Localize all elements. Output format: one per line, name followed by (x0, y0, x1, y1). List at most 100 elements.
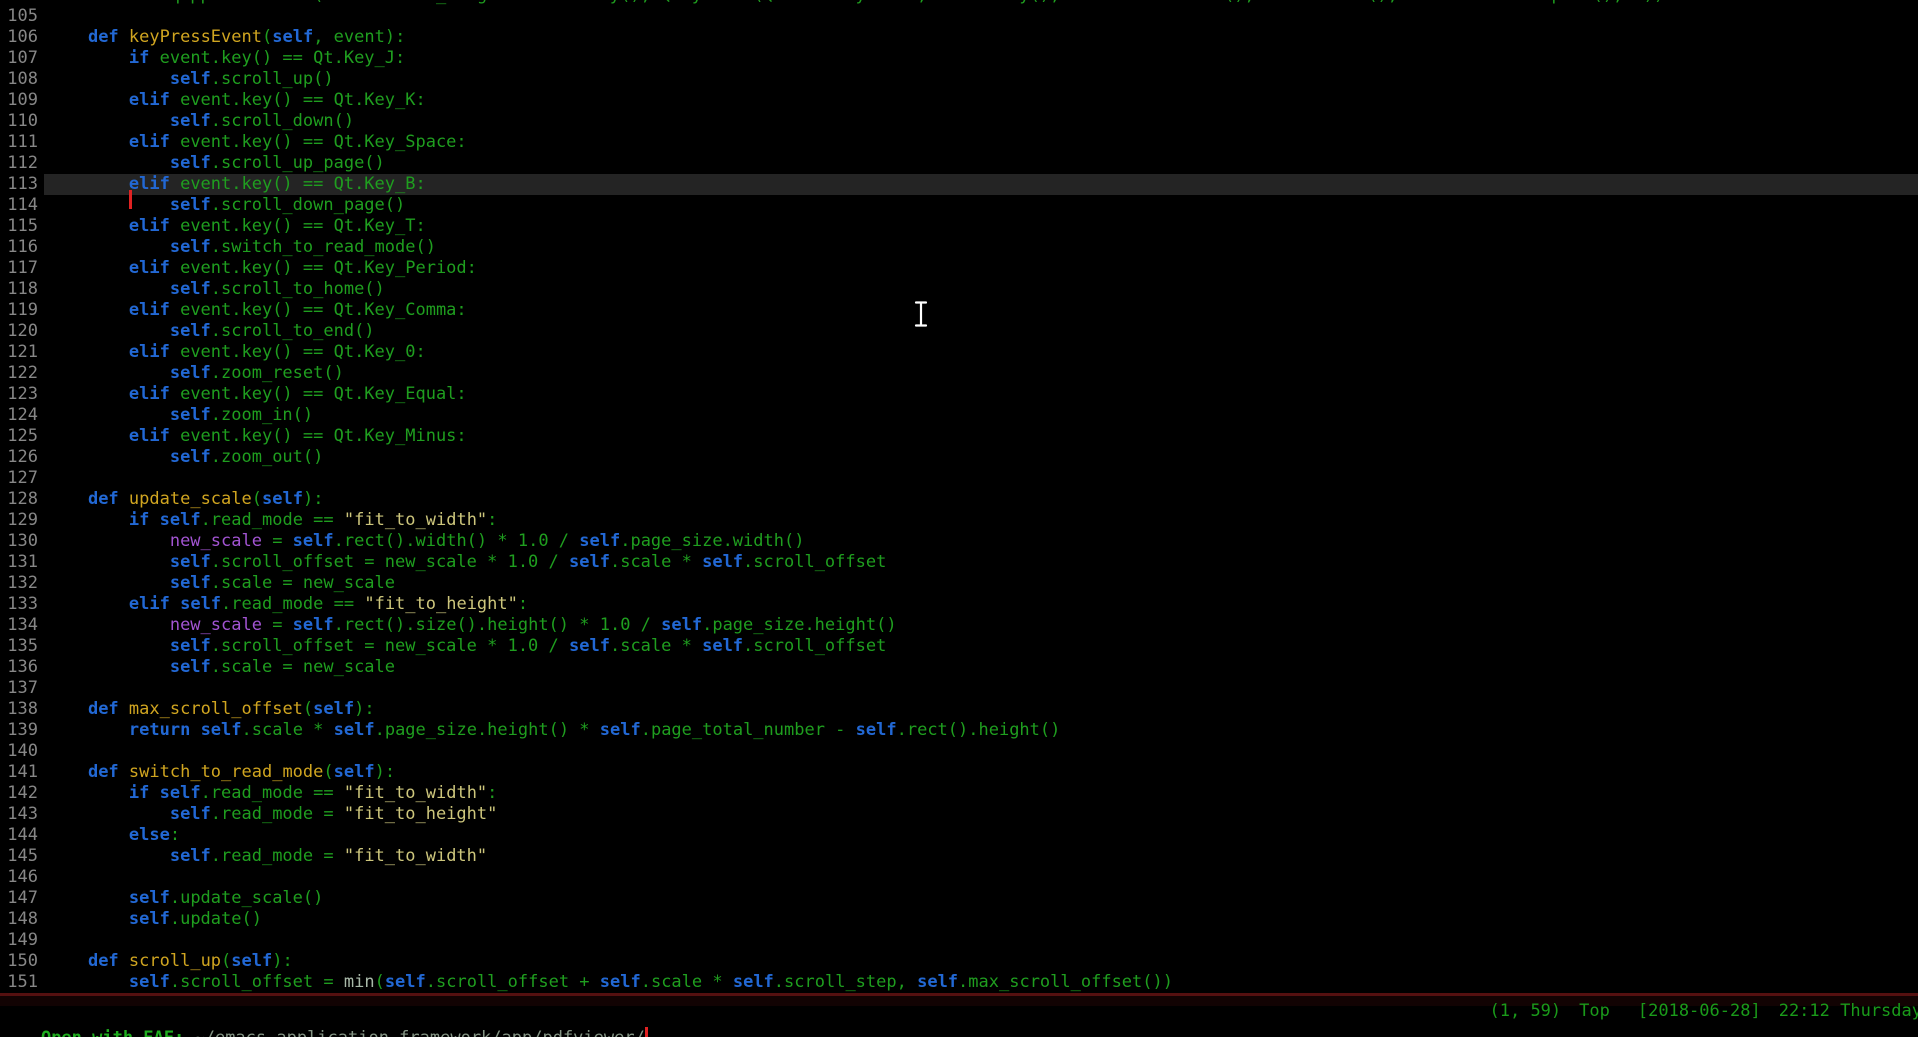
line-number: 105 (0, 6, 38, 27)
code-line[interactable]: 145 self.read_mode = "fit_to_width" (0, 846, 1918, 867)
code-text: elif event.key() == Qt.Key_B: (44, 174, 1918, 195)
code-text: elif event.key() == Qt.Key_Space: (44, 132, 1918, 153)
line-number: 150 (0, 951, 38, 972)
code-line[interactable]: 129 if self.read_mode == "fit_to_width": (0, 510, 1918, 531)
line-number: 136 (0, 657, 38, 678)
code-line[interactable]: 119 elif event.key() == Qt.Key_Comma: (0, 300, 1918, 321)
code-line[interactable]: 108 self.scroll_up() (0, 69, 1918, 90)
code-text: self.switch_to_read_mode() (44, 237, 1918, 258)
code-line[interactable]: 133 elif self.read_mode == "fit_to_heigh… (0, 594, 1918, 615)
line-number: 116 (0, 237, 38, 258)
code-text: self.update() (44, 909, 1918, 930)
line-number: 134 (0, 615, 38, 636)
code-line[interactable]: 113 elif event.key() == Qt.Key_B: (0, 174, 1918, 195)
code-text: self.scale = new_scale (44, 657, 1918, 678)
line-number: 124 (0, 405, 38, 426)
code-line[interactable]: 150 def scroll_up(self): (0, 951, 1918, 972)
line-number: 113 (0, 174, 38, 195)
code-text (44, 468, 1918, 489)
minibuffer[interactable]: Open with EAF: ~/emacs-application-frame… (0, 1006, 1918, 1037)
code-lines-container: qApp.sendEvent(self.buffer_widget.focusP… (0, 0, 1918, 993)
line-number: 139 (0, 720, 38, 741)
code-line[interactable]: 135 self.scroll_offset = new_scale * 1.0… (0, 636, 1918, 657)
code-text (44, 741, 1918, 762)
line-number: 142 (0, 783, 38, 804)
line-number: 106 (0, 27, 38, 48)
code-line[interactable]: 111 elif event.key() == Qt.Key_Space: (0, 132, 1918, 153)
line-number: 133 (0, 594, 38, 615)
code-line[interactable]: 125 elif event.key() == Qt.Key_Minus: (0, 426, 1918, 447)
code-line[interactable]: 110 self.scroll_down() (0, 111, 1918, 132)
code-line[interactable]: 127 (0, 468, 1918, 489)
line-number: 122 (0, 363, 38, 384)
code-text (44, 930, 1918, 951)
code-line[interactable]: 123 elif event.key() == Qt.Key_Equal: (0, 384, 1918, 405)
line-number: 127 (0, 468, 38, 489)
line-number: 114 (0, 195, 38, 216)
line-number: 138 (0, 699, 38, 720)
code-text: if self.read_mode == "fit_to_width": (44, 783, 1918, 804)
code-line[interactable]: 114 self.scroll_down_page() (0, 195, 1918, 216)
code-text: def max_scroll_offset(self): (44, 699, 1918, 720)
code-text: def switch_to_read_mode(self): (44, 762, 1918, 783)
line-number: 117 (0, 258, 38, 279)
line-number: 126 (0, 447, 38, 468)
emacs-frame: qApp.sendEvent(self.buffer_widget.focusP… (0, 0, 1918, 1037)
code-text (44, 867, 1918, 888)
code-line[interactable]: 149 (0, 930, 1918, 951)
code-line[interactable]: 131 self.scroll_offset = new_scale * 1.0… (0, 552, 1918, 573)
code-text: self.scroll_offset = new_scale * 1.0 / s… (44, 552, 1918, 573)
code-text: def scroll_up(self): (44, 951, 1918, 972)
code-line[interactable]: 141 def switch_to_read_mode(self): (0, 762, 1918, 783)
code-line[interactable]: 112 self.scroll_up_page() (0, 153, 1918, 174)
code-line[interactable]: 106 def keyPressEvent(self, event): (0, 27, 1918, 48)
line-number: 140 (0, 741, 38, 762)
code-text: self.read_mode = "fit_to_width" (44, 846, 1918, 867)
code-line[interactable]: 130 new_scale = self.rect().width() * 1.… (0, 531, 1918, 552)
line-number: 137 (0, 678, 38, 699)
code-line[interactable]: 137 (0, 678, 1918, 699)
code-text: self.scroll_offset = new_scale * 1.0 / s… (44, 636, 1918, 657)
code-line[interactable]: 107 if event.key() == Qt.Key_J: (0, 48, 1918, 69)
code-line[interactable]: 124 self.zoom_in() (0, 405, 1918, 426)
code-line[interactable]: 148 self.update() (0, 909, 1918, 930)
code-line[interactable]: 121 elif event.key() == Qt.Key_0: (0, 342, 1918, 363)
code-line[interactable]: 128 def update_scale(self): (0, 489, 1918, 510)
code-line[interactable]: 138 def max_scroll_offset(self): (0, 699, 1918, 720)
code-line[interactable]: 140 (0, 741, 1918, 762)
code-line[interactable]: 116 self.switch_to_read_mode() (0, 237, 1918, 258)
line-number: 132 (0, 573, 38, 594)
code-text: return self.scale * self.page_size.heigh… (44, 720, 1918, 741)
code-line[interactable]: 132 self.scale = new_scale (0, 573, 1918, 594)
code-line[interactable]: 143 self.read_mode = "fit_to_height" (0, 804, 1918, 825)
code-line[interactable]: 139 return self.scale * self.page_size.h… (0, 720, 1918, 741)
code-text: self.zoom_reset() (44, 363, 1918, 384)
code-line[interactable]: 109 elif event.key() == Qt.Key_K: (0, 90, 1918, 111)
minibuffer-cursor (645, 1027, 648, 1037)
code-line[interactable]: 117 elif event.key() == Qt.Key_Period: (0, 258, 1918, 279)
code-line[interactable]: 115 elif event.key() == Qt.Key_T: (0, 216, 1918, 237)
line-number: 121 (0, 342, 38, 363)
code-line[interactable]: 146 (0, 867, 1918, 888)
code-line[interactable]: 122 self.zoom_reset() (0, 363, 1918, 384)
code-text: elif event.key() == Qt.Key_0: (44, 342, 1918, 363)
code-line[interactable]: 134 new_scale = self.rect().size().heigh… (0, 615, 1918, 636)
line-number: 141 (0, 762, 38, 783)
code-buffer[interactable]: qApp.sendEvent(self.buffer_widget.focusP… (0, 0, 1918, 993)
code-line[interactable]: 147 self.update_scale() (0, 888, 1918, 909)
line-number: 119 (0, 300, 38, 321)
code-line[interactable]: 118 self.scroll_to_home() (0, 279, 1918, 300)
code-line[interactable]: 105 (0, 6, 1918, 27)
code-line[interactable]: 144 else: (0, 825, 1918, 846)
code-text: self.scroll_down() (44, 111, 1918, 132)
code-line[interactable]: 126 self.zoom_out() (0, 447, 1918, 468)
code-line[interactable]: 136 self.scale = new_scale (0, 657, 1918, 678)
minibuffer-input[interactable]: ~/emacs-application-framework/app/pdfvie… (194, 1028, 644, 1037)
code-text: else: (44, 825, 1918, 846)
code-line[interactable]: 142 if self.read_mode == "fit_to_width": (0, 783, 1918, 804)
cursor-position-indicator: (1, 59) (1490, 1003, 1562, 1020)
time-indicator: 22:12 Thursday (1779, 1003, 1918, 1020)
code-text: elif event.key() == Qt.Key_Minus: (44, 426, 1918, 447)
code-line[interactable]: 120 self.scroll_to_end() (0, 321, 1918, 342)
code-text: self.scroll_up_page() (44, 153, 1918, 174)
